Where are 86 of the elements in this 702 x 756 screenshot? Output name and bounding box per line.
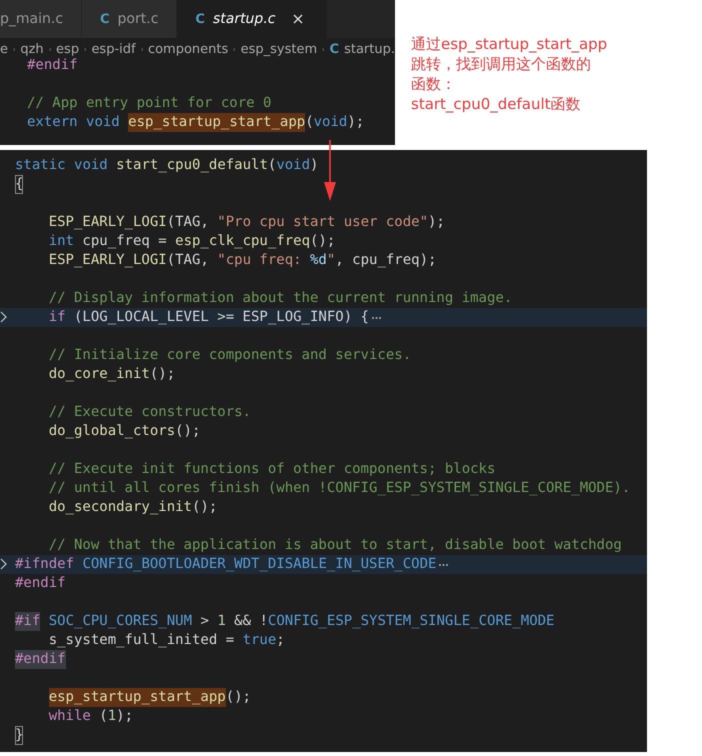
code-text: (); [192, 498, 218, 517]
code-text: esp_startup_start_app [48, 688, 226, 707]
tab-label: port.c [118, 11, 158, 27]
code-text: ; [276, 631, 285, 650]
file-tab[interactable]: p_main.c [0, 0, 82, 38]
breadcrumb-item[interactable]: esp [56, 42, 80, 56]
code-text: // Execute init functions of other components; blocks [48, 460, 496, 479]
code-text: ( [305, 113, 314, 132]
code-text: true [242, 631, 276, 650]
c-file-icon: C [195, 12, 205, 26]
code-text: ESP_EARLY_LOGI [48, 213, 167, 232]
code-text: (TAG, [166, 251, 210, 270]
breadcrumb-item[interactable]: e [0, 42, 8, 56]
code-text: " [326, 251, 336, 270]
code-text: void [86, 113, 121, 132]
file-tab[interactable]: C port.c [82, 0, 178, 38]
c-file-icon: C [100, 12, 110, 26]
code-text: #ifndef [15, 555, 76, 574]
code-text: SOC_CPU_CORES_NUM [48, 612, 192, 631]
code-text: > [199, 612, 210, 631]
code-text: void [314, 113, 348, 132]
code-text: start_cpu0_default [116, 156, 268, 175]
code-text: // Execute constructors. [48, 403, 251, 422]
file-tab[interactable]: C startup.c [177, 0, 328, 38]
code-text: (); [175, 422, 200, 441]
ellipsis-icon[interactable] [370, 314, 382, 320]
code-text: "cpu freq: [217, 251, 303, 270]
code-text: while [48, 707, 91, 726]
code-text: ( [98, 707, 108, 726]
code-text: ) [310, 156, 318, 175]
code-text: ); [347, 113, 364, 132]
code-text: void [74, 156, 109, 175]
code-text: { [15, 175, 24, 194]
code-text: ESP_EARLY_LOGI [48, 251, 167, 270]
code-text: CONFIG_BOOTLOADER_WDT_DISABLE_IN_USER_CODE [82, 555, 436, 574]
code-text: // Initialize core components and services. [48, 346, 412, 365]
code-text: esp_startup_start_app [128, 113, 306, 132]
code-text: CONFIG_ESP_SYSTEM_SINGLE_CORE_MODE [268, 612, 554, 631]
breadcrumb-item[interactable]: esp-idf [91, 42, 136, 56]
code-text: s_system_full_inited = [48, 631, 236, 650]
code-text: #endif [15, 650, 66, 669]
code-text: // Now that the application is about to start, disable boot watchdog [48, 536, 622, 555]
code-text: ( [268, 156, 276, 175]
fold-chevron-icon[interactable] [0, 558, 7, 570]
code-text: "Pro cpu start user code" [217, 213, 428, 232]
annotation-text: 通过esp_startup_start_app 跳转，找到调用这个函数的 函数： start_cpu0_default函数 [411, 34, 608, 114]
code-text: (); [226, 688, 251, 707]
code-text: cpu_freq = [81, 232, 168, 251]
breadcrumb-item[interactable]: startup. [344, 42, 395, 56]
code-text: (); [150, 365, 176, 384]
fold-chevron-icon[interactable] [0, 311, 7, 323]
code-text: #if [15, 612, 40, 631]
code-text: , cpu_freq); [335, 251, 436, 270]
breadcrumb-item[interactable]: qzh [20, 42, 44, 56]
code-text: esp_clk_cpu_freq [175, 232, 310, 251]
code-text: // until all cores finish (when !CONFIG_ESP_SYSTEM_SINGLE_CORE_MODE). [48, 479, 630, 498]
code-text: static [15, 156, 67, 175]
ellipsis-icon[interactable] [438, 562, 450, 568]
code-text: 1 [108, 707, 116, 726]
code-text: ); [116, 707, 133, 726]
code-text: } [15, 726, 24, 745]
code-text: && ! [233, 612, 268, 631]
code-text: (); [310, 232, 336, 251]
code-text: if [48, 308, 66, 327]
code-text: do_core_init [48, 365, 150, 384]
code-text: do_secondary_init [48, 498, 192, 517]
code-text: extern [27, 113, 79, 132]
breadcrumb-item[interactable]: components [148, 42, 228, 56]
close-icon[interactable] [293, 14, 304, 24]
code-text: 1 [217, 612, 226, 631]
code-text: do_global_ctors [48, 422, 176, 441]
code-text: // Display information about the current running image. [48, 289, 512, 308]
down-arrow [322, 140, 338, 202]
code-text: (LOG_LOCAL_LEVEL >= ESP_LOG_INFO) { [72, 308, 369, 327]
code-text: (TAG, [166, 213, 210, 232]
code-text: %d [310, 251, 327, 270]
code-text: ); [428, 213, 445, 232]
tab-label: p_main.c [0, 11, 64, 27]
breadcrumb-item[interactable]: esp_system [240, 42, 318, 56]
code-text: int [48, 232, 74, 251]
tab-label: startup.c [212, 11, 276, 27]
code-text: #endif [15, 574, 66, 593]
code-text: // App entry point for core 0 [27, 94, 272, 113]
c-file-icon: C [330, 42, 340, 56]
code-text: void [276, 156, 310, 175]
code-text: #endif [27, 56, 78, 75]
